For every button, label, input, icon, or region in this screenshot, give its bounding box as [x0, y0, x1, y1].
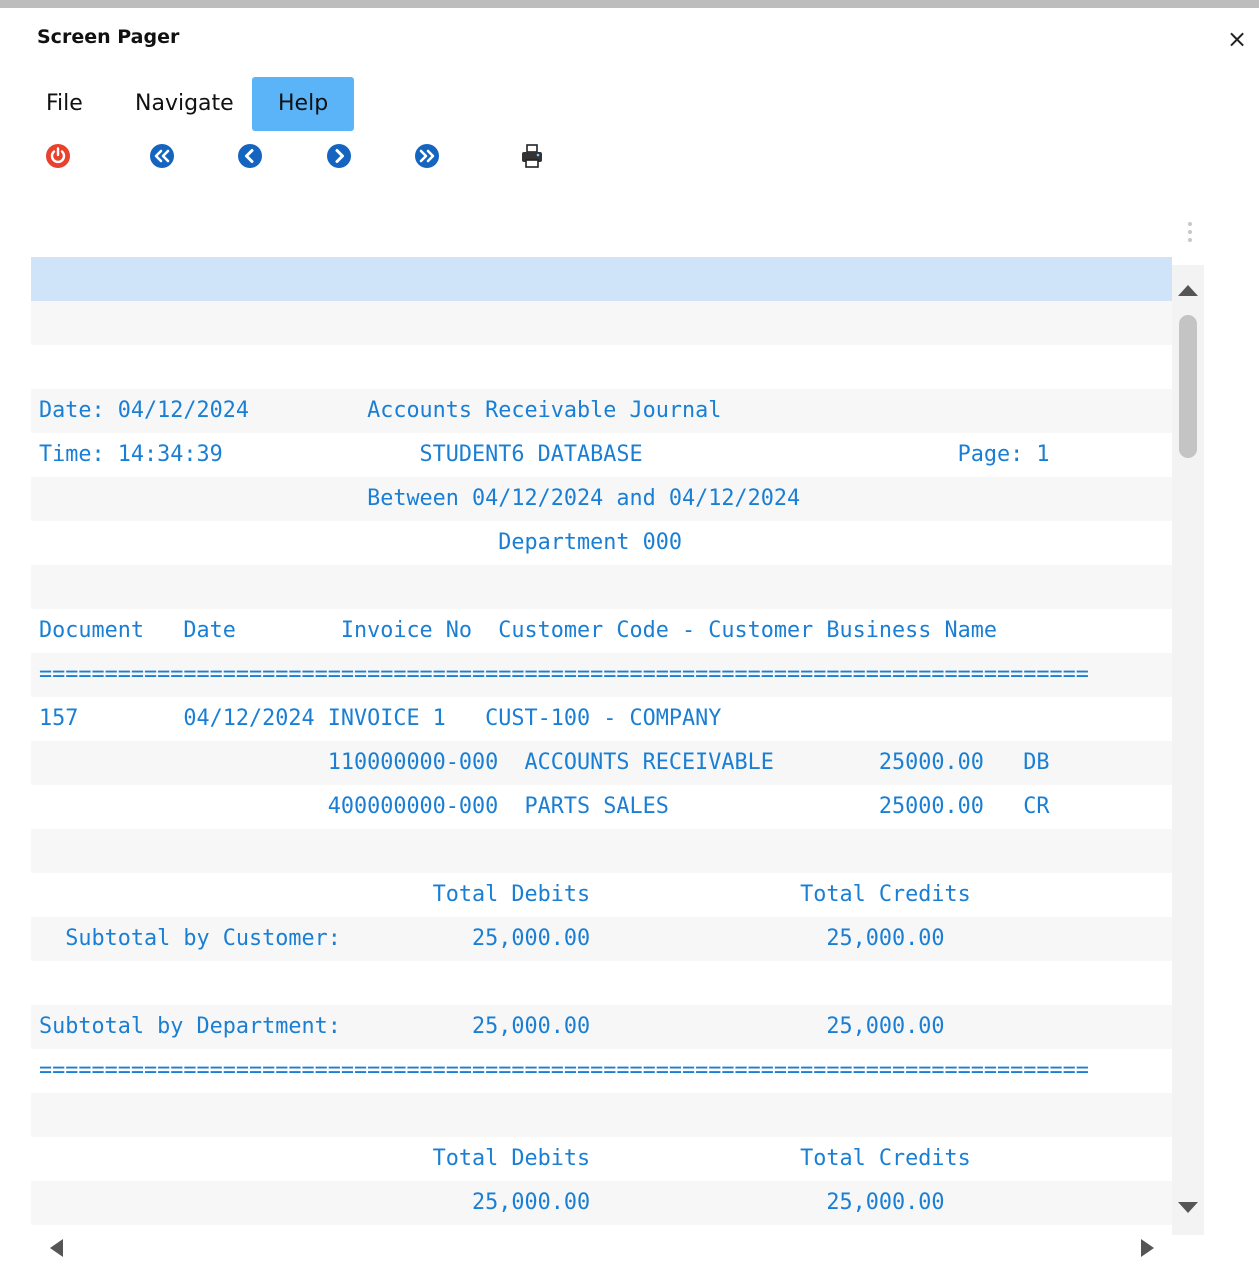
scroll-right-icon[interactable] — [1138, 1237, 1158, 1259]
menu-help[interactable]: Help — [252, 77, 355, 131]
report-line — [31, 829, 1172, 873]
vertical-scroll-thumb[interactable] — [1179, 315, 1197, 458]
report-line-text: ========================================… — [39, 1058, 1089, 1083]
report-line: 110000000-000 ACCOUNTS RECEIVABLE 25000.… — [31, 741, 1172, 785]
report-line-text: 110000000-000 ACCOUNTS RECEIVABLE 25000.… — [39, 750, 1050, 775]
report-line-text: 157 04/12/2024 INVOICE 1 CUST-100 - COMP… — [39, 706, 722, 731]
close-icon[interactable]: × — [1224, 26, 1250, 52]
report-line: Time: 14:34:39 STUDENT6 DATABASE Page: 1 — [31, 433, 1172, 477]
report-line-text: Total Debits Total Credits — [39, 1146, 971, 1171]
report-line-text: ========================================… — [39, 662, 1089, 687]
report-line: ========================================… — [31, 653, 1172, 697]
report-line: Total Debits Total Credits — [31, 1137, 1172, 1181]
window-top-border — [0, 0, 1259, 8]
report-line-text: Time: 14:34:39 STUDENT6 DATABASE Page: 1 — [39, 442, 1050, 467]
report-line-text: Total Debits Total Credits — [39, 882, 971, 907]
report-line: Subtotal by Customer: 25,000.00 25,000.0… — [31, 917, 1172, 961]
report-line — [31, 301, 1172, 345]
report-line: 157 04/12/2024 INVOICE 1 CUST-100 - COMP… — [31, 697, 1172, 741]
next-page-icon[interactable] — [325, 142, 353, 170]
last-page-icon[interactable] — [413, 142, 441, 170]
report-line-text: Between 04/12/2024 and 04/12/2024 — [39, 486, 801, 511]
menu-navigate[interactable]: Navigate — [109, 77, 260, 131]
report-line: Subtotal by Department: 25,000.00 25,000… — [31, 1005, 1172, 1049]
report-line: Document Date Invoice No Customer Code -… — [31, 609, 1172, 653]
report-line — [31, 345, 1172, 389]
report-line — [31, 565, 1172, 609]
report-line: Between 04/12/2024 and 04/12/2024 — [31, 477, 1172, 521]
report-line-text: 25,000.00 25,000.00 — [39, 1190, 945, 1215]
power-icon[interactable] — [44, 142, 72, 170]
menu-file[interactable]: File — [20, 77, 109, 131]
report-line-text: Subtotal by Customer: 25,000.00 25,000.0… — [39, 926, 945, 951]
report-line-text: Date: 04/12/2024 Accounts Receivable Jou… — [39, 398, 722, 423]
report-line-text: Subtotal by Department: 25,000.00 25,000… — [39, 1014, 945, 1039]
more-options-icon[interactable] — [1186, 222, 1194, 246]
report-view: Date: 04/12/2024 Accounts Receivable Jou… — [31, 257, 1172, 1257]
scroll-up-icon[interactable] — [1176, 282, 1200, 298]
report-line: 25,000.00 25,000.00 — [31, 1181, 1172, 1225]
first-page-icon[interactable] — [148, 142, 176, 170]
report-line — [31, 961, 1172, 1005]
scroll-down-icon[interactable] — [1176, 1200, 1200, 1216]
report-line: Total Debits Total Credits — [31, 873, 1172, 917]
report-line: Date: 04/12/2024 Accounts Receivable Jou… — [31, 389, 1172, 433]
report-line — [31, 1093, 1172, 1137]
report-line — [31, 257, 1172, 301]
report-line: 400000000-000 PARTS SALES 25000.00 CR — [31, 785, 1172, 829]
report-line: ========================================… — [31, 1049, 1172, 1093]
print-icon[interactable] — [518, 142, 546, 170]
prev-page-icon[interactable] — [236, 142, 264, 170]
scroll-left-icon[interactable] — [46, 1237, 66, 1259]
report-line: Department 000 — [31, 521, 1172, 565]
report-line-text: Department 000 — [39, 530, 683, 555]
report-line-text: Document Date Invoice No Customer Code -… — [39, 618, 997, 643]
report-line-text: 400000000-000 PARTS SALES 25000.00 CR — [39, 794, 1050, 819]
window-title: Screen Pager — [37, 26, 180, 48]
